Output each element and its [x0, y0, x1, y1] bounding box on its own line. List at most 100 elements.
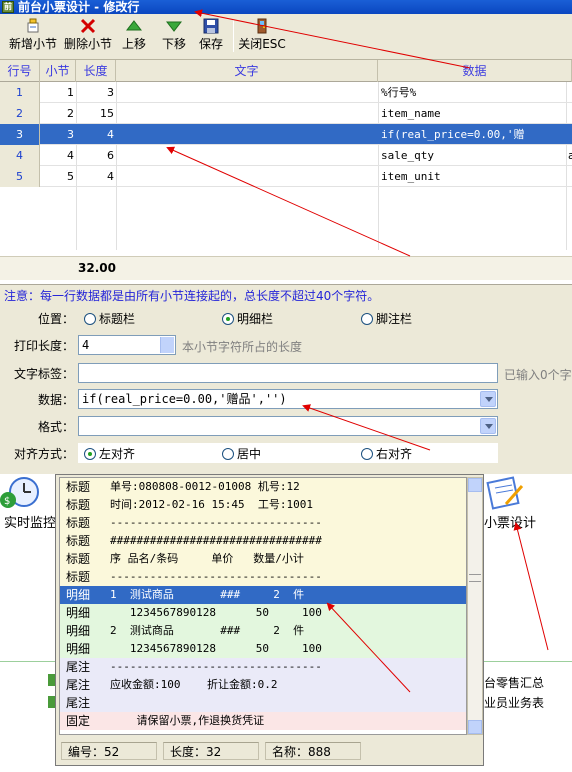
cell-text[interactable] [118, 103, 376, 124]
receipt-line[interactable]: 明细 2 测试商品 ### 2 件 [60, 622, 466, 640]
table-row[interactable]: 5 5 4 item_unit [0, 166, 572, 187]
radio-position-footer[interactable]: 脚注栏 [361, 310, 412, 327]
print-length-label: 打印长度： [13, 339, 74, 353]
align-label: 对齐方式： [13, 447, 74, 461]
table-row[interactable]: 3 3 4 if(real_price=0.00,'赠品','') [0, 124, 572, 162]
cell-data[interactable]: sale_qty [381, 145, 567, 166]
receipt-preview-list[interactable]: 标题 单号:080808-0012-01008 机号:12 标题 时间:2012-02… [59, 477, 467, 735]
cell-section[interactable]: 3 [40, 124, 76, 145]
header-data[interactable]: 数据 [378, 60, 572, 82]
line-type: 固定 [66, 714, 91, 728]
receipt-line[interactable]: 明细 1234567890128 50 100 [60, 604, 466, 622]
scroll-down-arrow-icon[interactable] [468, 720, 482, 734]
radio-align-left[interactable]: 左对齐 [84, 445, 135, 462]
cell-length[interactable]: 4 [76, 166, 116, 187]
cell-length[interactable]: 4 [76, 124, 116, 145]
data-combobox[interactable]: if(real_price=0.00,'赠品','') [78, 389, 498, 409]
cell-length[interactable]: 3 [76, 82, 116, 103]
scroll-thumb-grip[interactable] [469, 574, 481, 582]
header-length[interactable]: 长度 [76, 60, 116, 82]
line-type: 明细 [66, 606, 91, 620]
add-section-button[interactable]: 新增小节 [6, 16, 60, 58]
staff-business-label[interactable]: 业员业务表 [484, 694, 544, 711]
cell-row-number[interactable]: 2 [0, 103, 40, 124]
radio-position-detail[interactable]: 明细栏 [222, 310, 273, 327]
receipt-line[interactable]: 尾注 应收金额:100 折让金额:0.2 [60, 676, 466, 694]
table-row[interactable]: 4 4 6 sale_qty a [0, 145, 572, 166]
receipt-design-label[interactable]: 小票设计 [484, 512, 536, 531]
cell-row-number[interactable]: 3 [0, 124, 40, 145]
receipt-line[interactable]: 标题 序 品名/条码 单价 数量/小计 [60, 550, 466, 568]
radio-align-center[interactable]: 居中 [222, 445, 261, 462]
text-label-input[interactable] [78, 363, 498, 383]
window-title: 前台小票设计 - 修改行 [18, 0, 140, 14]
realtime-monitor-icon[interactable]: $ [0, 476, 40, 513]
realtime-monitor-label[interactable]: 实时监控 [4, 512, 56, 531]
receipt-line[interactable]: 固定 请保留小票,作退换货凭证 [60, 712, 466, 730]
line-type: 标题 [66, 480, 91, 494]
up-arrow-icon [125, 18, 143, 34]
cell-text[interactable] [118, 124, 376, 145]
vertical-scrollbar[interactable] [467, 477, 483, 735]
header-row-number[interactable]: 行号 [0, 60, 40, 82]
line-type: 明细 [66, 624, 91, 638]
scroll-up-arrow-icon[interactable] [468, 478, 482, 492]
cell-data[interactable]: if(real_price=0.00,'赠品','') [381, 124, 567, 162]
receipt-line[interactable]: 标题 时间:2012-02-16 15:45 工号:1001 [60, 496, 466, 514]
receipt-line[interactable]: 明细 1 测试商品 ### 2 件 [60, 586, 466, 604]
line-content: 1234567890128 50 100 [110, 642, 322, 655]
receipt-line[interactable]: 标题 单号:080808-0012-01008 机号:12 [60, 478, 466, 496]
receipt-line[interactable]: 尾注 [60, 694, 466, 712]
cell-length[interactable]: 15 [76, 103, 116, 124]
header-section[interactable]: 小节 [40, 60, 76, 82]
cell-text[interactable] [118, 82, 376, 103]
print-length-spinner[interactable]: 4 [78, 335, 176, 355]
cell-data[interactable]: %行号% [381, 82, 567, 103]
spinner-arrows-icon[interactable] [160, 337, 174, 353]
close-button[interactable]: 关闭ESC [238, 16, 286, 58]
cell-section[interactable]: 5 [40, 166, 76, 187]
table-row[interactable]: 2 2 15 item_name [0, 103, 572, 124]
radio-align-right[interactable]: 右对齐 [361, 445, 412, 462]
text-label-label: 文字标签： [13, 367, 74, 381]
chevron-down-icon[interactable] [480, 391, 496, 407]
delete-section-label: 删除小节 [63, 37, 112, 51]
receipt-line[interactable]: 标题 -------------------------------- [60, 568, 466, 586]
cell-length[interactable]: 6 [76, 145, 116, 166]
line-type: 尾注 [66, 678, 91, 692]
header-text[interactable]: 文字 [116, 60, 378, 82]
chevron-down-icon[interactable] [480, 418, 496, 434]
status-length: 长度：32 [163, 742, 259, 760]
radio-position-title[interactable]: 标题栏 [84, 310, 135, 327]
table-row[interactable]: 1 1 3 %行号% [0, 82, 572, 103]
cell-section[interactable]: 4 [40, 145, 76, 166]
floppy-disk-icon [203, 18, 219, 34]
window-titlebar[interactable]: 前 前台小票设计 - 修改行 [0, 0, 572, 14]
cell-text[interactable] [118, 145, 376, 166]
move-down-button[interactable]: 下移 [158, 16, 190, 58]
receipt-line[interactable]: 标题 -------------------------------- [60, 514, 466, 532]
data-label: 数据： [37, 393, 74, 407]
line-type: 标题 [66, 552, 91, 566]
radio-label: 左对齐 [99, 447, 136, 461]
move-up-button[interactable]: 上移 [118, 16, 150, 58]
receipt-line[interactable]: 明细 1234567890128 50 100 [60, 640, 466, 658]
save-button[interactable]: 保存 [196, 16, 226, 58]
line-content: -------------------------------- [110, 516, 322, 529]
cell-row-number[interactable]: 1 [0, 82, 40, 103]
receipt-line[interactable]: 标题 ################################ [60, 532, 466, 550]
cell-section[interactable]: 1 [40, 82, 76, 103]
cell-row-number[interactable]: 5 [0, 166, 40, 187]
format-combobox[interactable] [78, 416, 498, 436]
section-grid[interactable]: 行号 小节 长度 文字 数据 1 1 3 %行号% 2 2 15 item_name 3 3 4 if… [0, 60, 572, 284]
cell-data[interactable]: item_name [381, 103, 567, 124]
retail-summary-label[interactable]: 台零售汇总 [484, 674, 544, 691]
receipt-line[interactable]: 尾注 -------------------------------- [60, 658, 466, 676]
receipt-design-icon[interactable] [486, 476, 526, 513]
delete-section-button[interactable]: 删除小节 [62, 16, 114, 58]
cell-section[interactable]: 2 [40, 103, 76, 124]
cell-row-number[interactable]: 4 [0, 145, 40, 166]
cell-text[interactable] [118, 166, 376, 187]
cell-data[interactable]: item_unit [381, 166, 567, 187]
line-type: 明细 [66, 588, 91, 602]
